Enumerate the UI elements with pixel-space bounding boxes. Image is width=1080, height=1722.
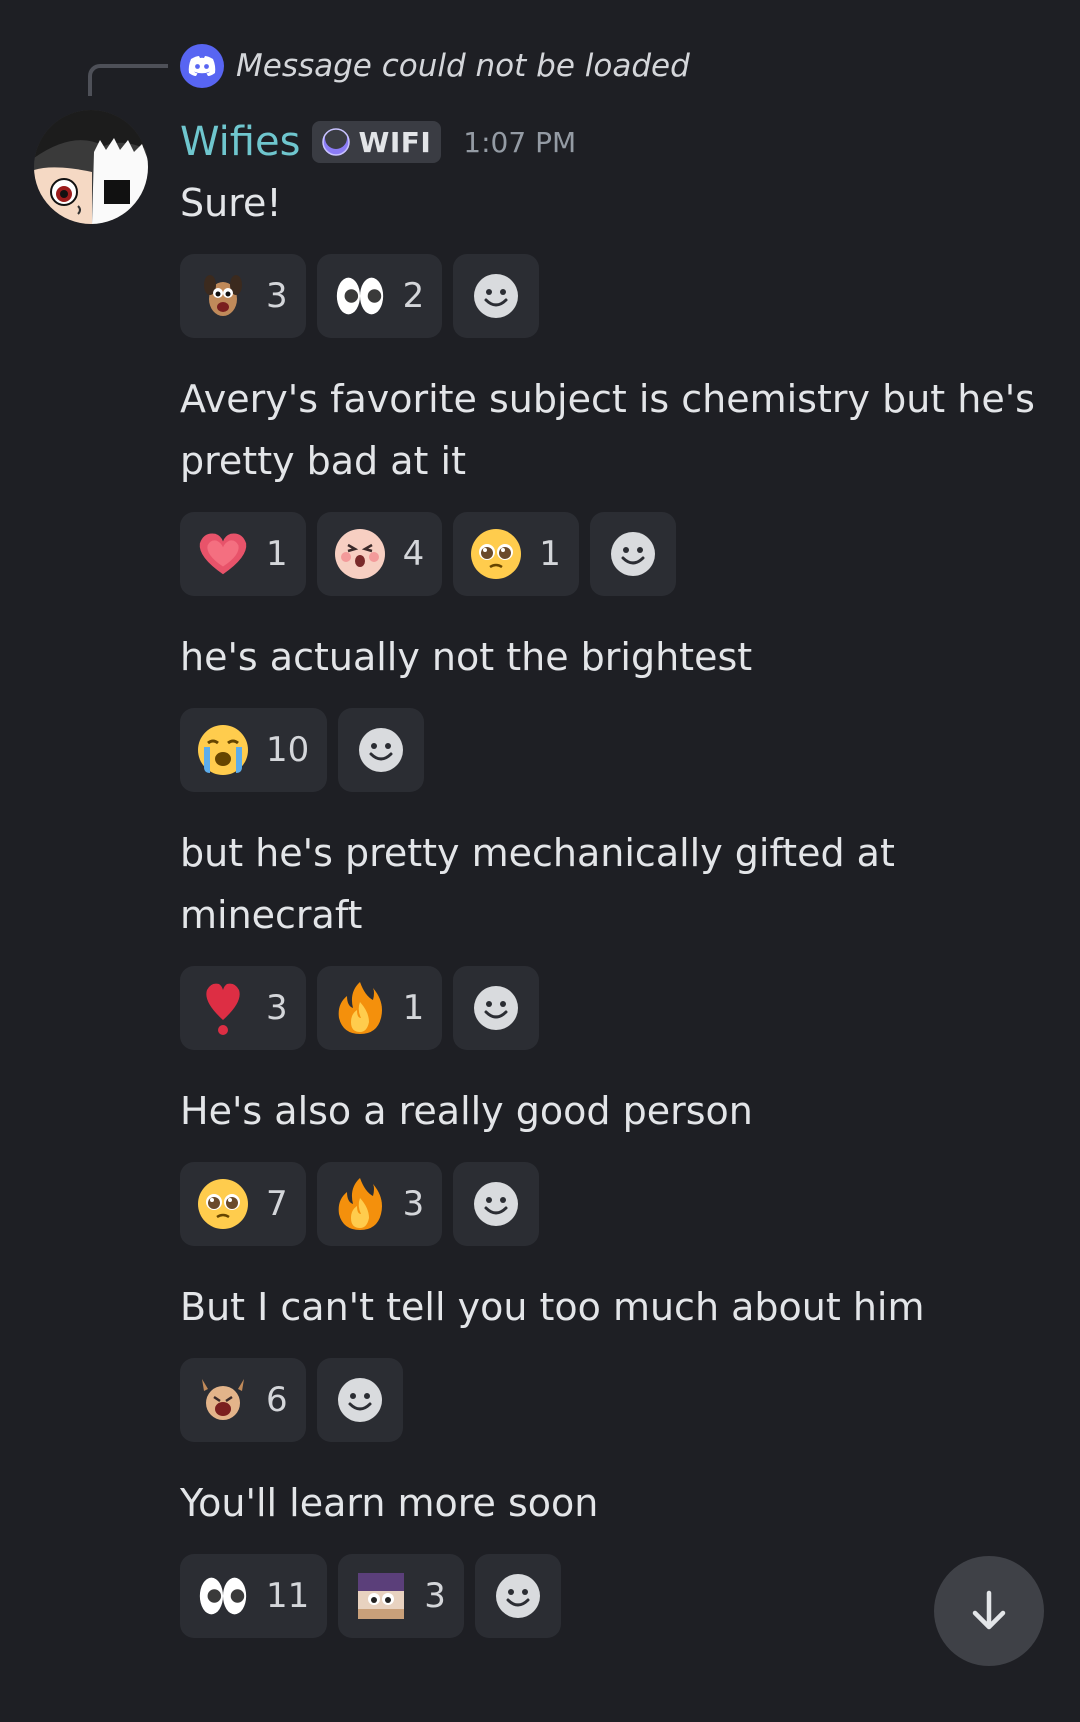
reaction-count: 1 — [402, 988, 425, 1028]
message-text: He's also a really good person — [180, 1089, 753, 1133]
reaction-pill[interactable]: 3 — [180, 254, 306, 338]
reaction-count: 3 — [266, 988, 288, 1028]
reaction-bar: 1 4 1 — [180, 512, 1060, 596]
surprised-face-emoji-icon — [333, 527, 387, 581]
reaction-count: 6 — [266, 1380, 288, 1420]
server-tag-label: WIFI — [358, 125, 432, 159]
heart-exclamation-emoji-icon — [196, 981, 250, 1035]
reply-reference[interactable]: Message could not be loaded — [180, 44, 690, 88]
username[interactable]: Wifies — [180, 119, 300, 165]
reaction-pill[interactable]: 7 — [180, 1162, 306, 1246]
message-header: Wifies WIFI 1:07 PM — [180, 112, 1060, 172]
reaction-count: 3 — [266, 276, 288, 316]
reaction-pill[interactable]: 3 — [316, 1162, 443, 1246]
add-reaction-smiley-icon — [495, 1574, 540, 1618]
reaction-pill[interactable]: 2 — [316, 254, 443, 338]
reply-text: Message could not be loaded — [236, 48, 690, 84]
user-avatar[interactable] — [34, 110, 148, 224]
reaction-count: 7 — [266, 1184, 288, 1224]
reaction-bar: 7 3 — [180, 1162, 1060, 1246]
message-text: Sure! — [180, 181, 282, 225]
reaction-count: 11 — [266, 1576, 310, 1616]
peeking-face-emoji-icon — [354, 1569, 408, 1623]
add-reaction-smiley-icon — [359, 728, 404, 772]
reaction-pill[interactable]: 6 — [180, 1358, 306, 1442]
reaction-pill[interactable]: 11 — [180, 1554, 328, 1638]
message-text: You'll learn more soon — [180, 1481, 599, 1525]
add-reaction-smiley-icon — [610, 532, 655, 576]
message-text: he's actually not the brightest — [180, 635, 753, 679]
discord-logo-icon — [180, 44, 224, 88]
heart-emoji-icon — [196, 527, 250, 581]
reaction-count: 10 — [266, 730, 310, 770]
reaction-pill[interactable]: 1 — [180, 512, 306, 596]
reply-connector — [88, 64, 168, 96]
reaction-bar: 10 — [180, 708, 1060, 792]
add-reaction-smiley-icon — [474, 1182, 519, 1226]
crying-face-emoji-icon — [196, 723, 250, 777]
scroll-to-bottom-button[interactable] — [934, 1556, 1044, 1666]
message-text: Avery's favorite subject is chemistry bu… — [180, 377, 1035, 483]
add-reaction-smiley-icon — [474, 274, 519, 318]
reaction-pill[interactable]: 1 — [453, 512, 579, 596]
reaction-pill[interactable]: 3 — [180, 966, 306, 1050]
eyes-emoji-icon — [196, 1569, 250, 1623]
add-reaction-smiley-icon — [474, 986, 519, 1030]
reaction-bar: 3 1 — [180, 966, 1060, 1050]
reaction-count: 2 — [402, 276, 425, 316]
message-text: but he's pretty mechanically gifted at m… — [180, 831, 895, 937]
add-reaction-button[interactable] — [474, 1554, 561, 1638]
add-reaction-button[interactable] — [453, 254, 540, 338]
reaction-count: 1 — [266, 534, 288, 574]
reaction-pill[interactable]: 3 — [338, 1554, 464, 1638]
reaction-pill[interactable]: 10 — [180, 708, 328, 792]
add-reaction-button[interactable] — [453, 1162, 540, 1246]
add-reaction-button[interactable] — [316, 1358, 403, 1442]
reaction-count: 4 — [402, 534, 425, 574]
reaction-pill[interactable]: 4 — [316, 512, 443, 596]
reaction-bar: 11 3 — [180, 1554, 1060, 1638]
add-reaction-button[interactable] — [453, 966, 540, 1050]
message-text: But I can't tell you too much about him — [180, 1285, 925, 1329]
timestamp: 1:07 PM — [463, 125, 577, 159]
fire-emoji-icon — [333, 981, 387, 1035]
add-reaction-button[interactable] — [338, 708, 425, 792]
shocked-creature-emoji-icon — [196, 1373, 250, 1427]
reaction-count: 1 — [539, 534, 561, 574]
pleading-face-emoji-icon — [196, 1177, 250, 1231]
message-group: Wifies WIFI 1:07 PM Sure! 3 2 Avery's fa… — [180, 112, 1060, 1668]
fire-emoji-icon — [333, 1177, 387, 1231]
reaction-count: 3 — [402, 1184, 425, 1224]
reaction-bar: 3 2 — [180, 254, 1060, 338]
server-tag[interactable]: WIFI — [312, 121, 442, 163]
eyes-emoji-icon — [333, 269, 387, 323]
moon-badge-icon — [322, 127, 351, 156]
reaction-bar: 6 — [180, 1358, 1060, 1442]
add-reaction-smiley-icon — [337, 1378, 382, 1422]
reaction-pill[interactable]: 1 — [316, 966, 443, 1050]
pleading-face-emoji-icon — [469, 527, 523, 581]
reaction-count: 3 — [424, 1576, 446, 1616]
cartoon-dog-emoji-icon — [196, 269, 250, 323]
arrow-down-icon — [972, 1590, 1006, 1630]
add-reaction-button[interactable] — [589, 512, 676, 596]
